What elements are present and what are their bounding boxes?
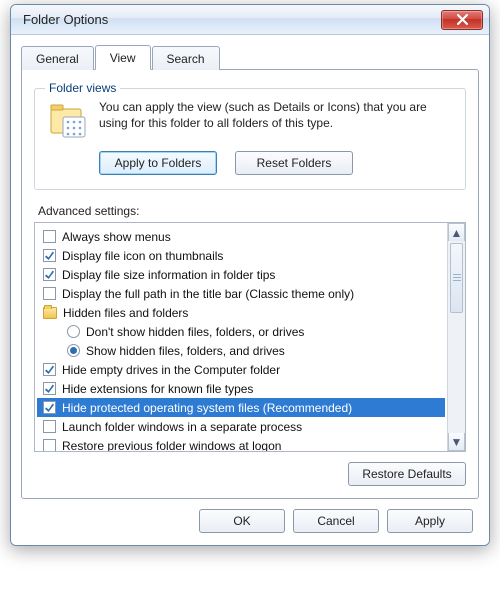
- checkbox[interactable]: [43, 382, 56, 395]
- advanced-item[interactable]: Display file size information in folder …: [37, 265, 445, 284]
- advanced-item[interactable]: Display the full path in the title bar (…: [37, 284, 445, 303]
- advanced-settings-label: Advanced settings:: [38, 204, 466, 218]
- folder-views-icon: [47, 99, 89, 141]
- dialog-button-row: OK Cancel Apply: [21, 499, 479, 535]
- reset-folders-button[interactable]: Reset Folders: [235, 151, 353, 175]
- tab-search[interactable]: Search: [152, 46, 220, 70]
- checkbox[interactable]: [43, 401, 56, 414]
- checkbox[interactable]: [43, 249, 56, 262]
- tab-view[interactable]: View: [95, 45, 151, 70]
- folder-views-group: Folder views You can apply the view (suc…: [34, 88, 466, 190]
- advanced-item[interactable]: Hide protected operating system files (R…: [37, 398, 445, 417]
- scroll-down-button[interactable]: ▼: [448, 433, 465, 451]
- tab-general[interactable]: General: [21, 46, 94, 70]
- scrollbar[interactable]: ▲ ▼: [447, 223, 465, 451]
- advanced-item-label: Hidden files and folders: [63, 306, 188, 320]
- radio[interactable]: [67, 325, 80, 338]
- apply-to-folders-button[interactable]: Apply to Folders: [99, 151, 217, 175]
- advanced-item-label: Display file icon on thumbnails: [62, 249, 223, 263]
- advanced-item[interactable]: Always show menus: [37, 227, 445, 246]
- advanced-item-label: Hide protected operating system files (R…: [62, 401, 352, 415]
- advanced-settings-tree[interactable]: Always show menus Display file icon on th…: [35, 223, 447, 451]
- advanced-item[interactable]: Don't show hidden files, folders, or dri…: [37, 322, 445, 341]
- advanced-item-label: Launch folder windows in a separate proc…: [62, 420, 302, 434]
- scroll-up-button[interactable]: ▲: [448, 223, 465, 241]
- titlebar[interactable]: Folder Options: [11, 5, 489, 35]
- advanced-item-label: Restore previous folder windows at logon: [62, 439, 281, 452]
- ok-button[interactable]: OK: [199, 509, 285, 533]
- folder-views-legend: Folder views: [45, 81, 120, 95]
- advanced-item[interactable]: Hide empty drives in the Computer folder: [37, 360, 445, 379]
- advanced-item-label: Display file size information in folder …: [62, 268, 275, 282]
- folder-views-text: You can apply the view (such as Details …: [99, 99, 453, 141]
- checkbox[interactable]: [43, 420, 56, 433]
- restore-defaults-button[interactable]: Restore Defaults: [348, 462, 466, 486]
- close-button[interactable]: [441, 10, 483, 30]
- advanced-item[interactable]: Show hidden files, folders, and drives: [37, 341, 445, 360]
- advanced-item-label: Show hidden files, folders, and drives: [86, 344, 285, 358]
- advanced-item[interactable]: Restore previous folder windows at logon: [37, 436, 445, 451]
- checkbox[interactable]: [43, 363, 56, 376]
- advanced-item-label: Hide empty drives in the Computer folder: [62, 363, 280, 377]
- folder-options-dialog: Folder Options General View Search Folde…: [10, 4, 490, 546]
- advanced-item-label: Always show menus: [62, 230, 171, 244]
- advanced-item[interactable]: Hidden files and folders: [37, 303, 445, 322]
- advanced-item-label: Don't show hidden files, folders, or dri…: [86, 325, 304, 339]
- tab-panel-view: Folder views You can apply the view (suc…: [21, 69, 479, 499]
- checkbox[interactable]: [43, 439, 56, 451]
- advanced-settings-list: Always show menus Display file icon on th…: [34, 222, 466, 452]
- folder-icon: [43, 307, 57, 319]
- apply-button[interactable]: Apply: [387, 509, 473, 533]
- scroll-thumb[interactable]: [450, 243, 463, 313]
- window-title: Folder Options: [23, 12, 441, 27]
- tab-strip: General View Search: [21, 43, 479, 69]
- client-area: General View Search Folder views You can…: [11, 35, 489, 545]
- cancel-button[interactable]: Cancel: [293, 509, 379, 533]
- checkbox[interactable]: [43, 268, 56, 281]
- advanced-item[interactable]: Launch folder windows in a separate proc…: [37, 417, 445, 436]
- checkbox[interactable]: [43, 230, 56, 243]
- advanced-item[interactable]: Display file icon on thumbnails: [37, 246, 445, 265]
- close-icon: [457, 14, 468, 25]
- advanced-item-label: Hide extensions for known file types: [62, 382, 253, 396]
- advanced-item-label: Display the full path in the title bar (…: [62, 287, 354, 301]
- radio[interactable]: [67, 344, 80, 357]
- advanced-item[interactable]: Hide extensions for known file types: [37, 379, 445, 398]
- scroll-grip-icon: [453, 274, 461, 282]
- checkbox[interactable]: [43, 287, 56, 300]
